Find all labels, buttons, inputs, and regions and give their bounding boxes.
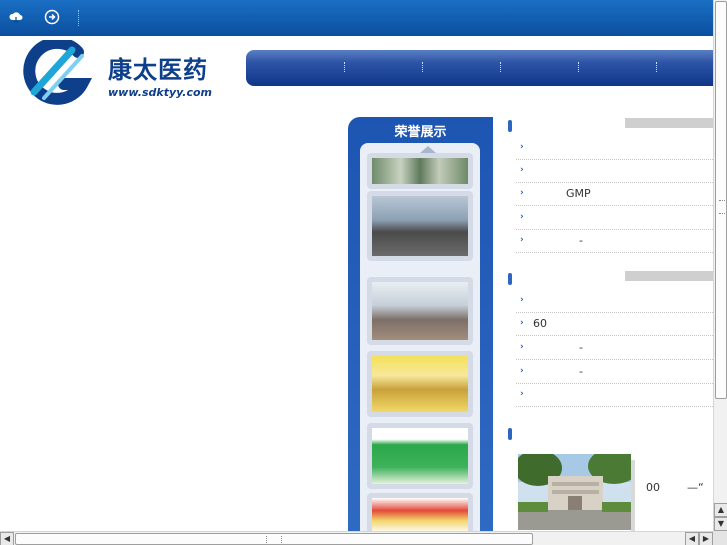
- honor-thumb[interactable]: [367, 191, 473, 261]
- list-item[interactable]: ›: [516, 207, 713, 230]
- section-bullet-icon: [508, 120, 512, 132]
- section-header-bar: [625, 118, 713, 128]
- list-item[interactable]: › -: [516, 337, 713, 360]
- arrow-right-icon: ›: [520, 342, 524, 352]
- top-bar: [0, 0, 713, 36]
- list-item[interactable]: › -: [516, 230, 713, 253]
- site-logo[interactable]: 康太医药 www.sdktyy.com: [20, 40, 245, 106]
- arrow-circle-icon[interactable]: [44, 9, 60, 25]
- nav-divider: [344, 62, 345, 72]
- arrow-right-icon: ›: [520, 389, 524, 399]
- honor-thumb[interactable]: [367, 423, 473, 489]
- section-bullet-icon: [508, 273, 512, 285]
- site-url: www.sdktyy.com: [108, 86, 213, 99]
- list-item[interactable]: › GMP: [516, 183, 713, 206]
- nav-divider: [578, 62, 579, 72]
- main-nav: [246, 50, 713, 86]
- grip-icon: [719, 200, 725, 214]
- honor-thumb[interactable]: [367, 153, 473, 189]
- honor-thumb[interactable]: [367, 277, 473, 345]
- section-header-bar: [625, 271, 713, 281]
- scroll-down-button[interactable]: ▼: [714, 517, 727, 531]
- logo-mark-icon: [23, 40, 93, 105]
- company-photo[interactable]: [518, 454, 631, 530]
- arrow-right-icon: ›: [520, 142, 524, 152]
- arrow-right-icon: ›: [520, 366, 524, 376]
- honor-thumb[interactable]: [367, 351, 473, 417]
- arrow-right-icon: ›: [520, 295, 524, 305]
- scrollbar-corner: [713, 531, 727, 545]
- list-item[interactable]: ›: [516, 137, 713, 160]
- company-text: —“: [687, 481, 704, 494]
- grip-icon: [266, 536, 282, 543]
- cloud-icon[interactable]: [8, 9, 24, 25]
- nav-divider: [500, 62, 501, 72]
- scroll-right-button[interactable]: ▶: [699, 532, 713, 545]
- list-item[interactable]: ›: [516, 384, 713, 407]
- section-bullet-icon: [508, 428, 512, 440]
- list-item[interactable]: › -: [516, 361, 713, 384]
- scroll-up-button[interactable]: ▲: [714, 503, 727, 517]
- horizontal-scrollbar[interactable]: ◀ ◀ ▶: [0, 531, 713, 545]
- list-item[interactable]: ›: [516, 290, 713, 313]
- list-item-text[interactable]: -: [579, 341, 583, 354]
- list-item-text[interactable]: GMP: [566, 187, 591, 200]
- brand-name: 康太医药: [108, 56, 208, 84]
- honor-title: 荣誉展示: [394, 125, 447, 140]
- list-item-text[interactable]: 60: [533, 317, 547, 330]
- honor-panel: 荣誉展示: [348, 117, 493, 545]
- arrow-right-icon: ›: [520, 212, 524, 222]
- list-item[interactable]: › 60: [516, 313, 713, 336]
- list-item-text[interactable]: -: [579, 365, 583, 378]
- scroll-left-button[interactable]: ◀: [685, 532, 699, 545]
- toolbar-divider: [78, 10, 79, 26]
- scroll-left-button[interactable]: ◀: [0, 532, 14, 545]
- list-item-text[interactable]: -: [579, 234, 583, 247]
- nav-divider: [656, 62, 657, 72]
- company-text: 00: [646, 481, 660, 494]
- photo-shadow: [631, 460, 635, 532]
- horizontal-scroll-thumb[interactable]: [15, 533, 533, 545]
- arrow-right-icon: ›: [520, 235, 524, 245]
- scroll-up-icon[interactable]: [420, 146, 436, 153]
- vertical-scroll-thumb[interactable]: [715, 1, 727, 399]
- arrow-right-icon: ›: [520, 165, 524, 175]
- list-item[interactable]: ›: [516, 160, 713, 183]
- arrow-right-icon: ›: [520, 188, 524, 198]
- vertical-scrollbar[interactable]: ▲ ▼: [713, 0, 727, 531]
- honor-carousel[interactable]: [360, 143, 480, 545]
- nav-divider: [422, 62, 423, 72]
- arrow-right-icon: ›: [520, 318, 524, 328]
